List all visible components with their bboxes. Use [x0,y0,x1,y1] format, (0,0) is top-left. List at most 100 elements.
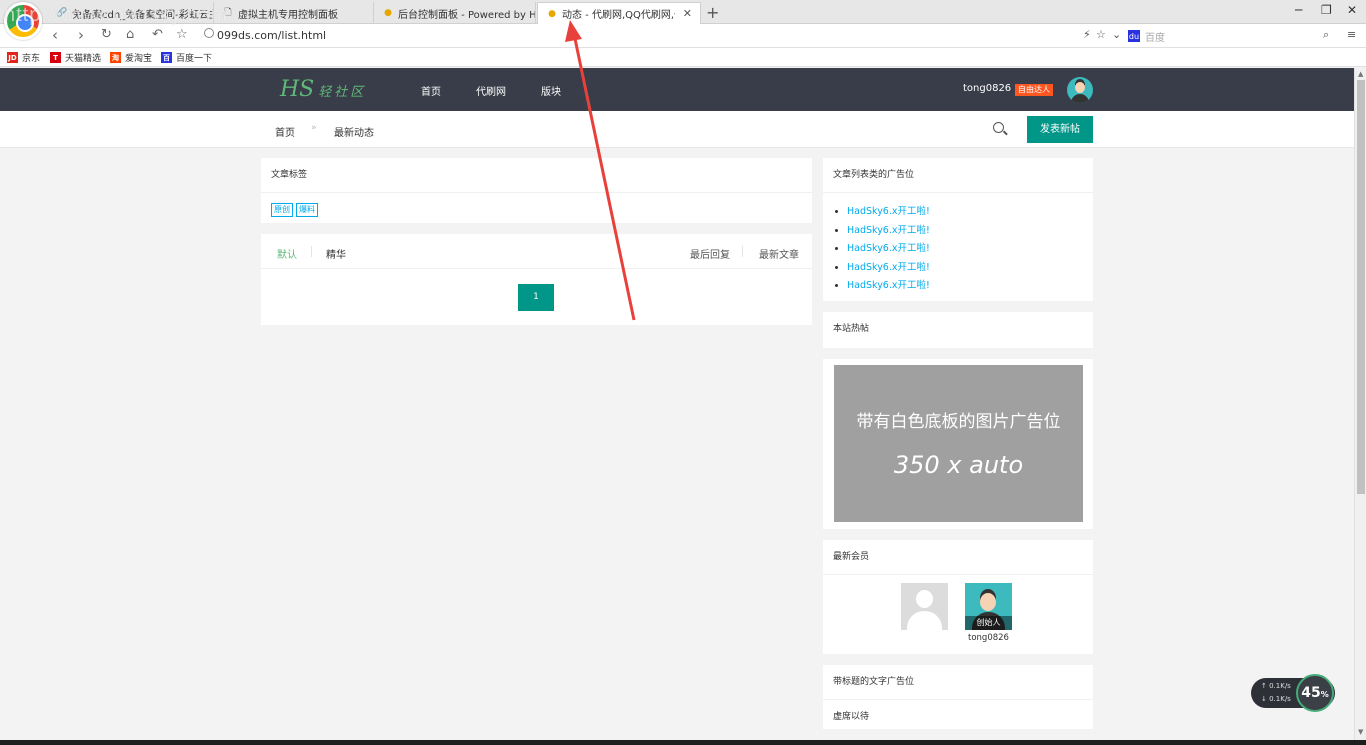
baidu-icon: 百 [161,52,172,63]
tag-scoop[interactable]: 爆料 [296,203,318,217]
flash-icon[interactable]: ⚡ [1083,28,1091,41]
hot-posts-panel: 本站热帖 [823,312,1093,348]
nav-boards[interactable]: 版块 [541,83,561,98]
default-avatar[interactable] [901,583,948,630]
home-icon[interactable]: ⌂ [126,27,134,42]
founder-badge: 创始人 [965,616,1012,630]
browser-tab[interactable]: ● 后台控制面板 - Powered by HadSk [374,2,536,24]
text-ad-body[interactable]: 虚席以待 [823,700,1093,731]
tab-featured[interactable]: 精华 [326,246,346,261]
site-favicon-icon: ● [384,8,392,18]
nav-daishua[interactable]: 代刷网 [476,83,506,98]
nav-home[interactable]: 首页 [421,83,441,98]
search-icon[interactable]: ⌕ [1323,28,1329,42]
taobao-icon: 淘 [110,52,121,63]
tab-label: 虚拟主机专用控制面板 [238,9,338,21]
bookmark-label: 爱淘宝 [125,54,153,64]
jd-icon: JD [7,52,18,63]
upload-speed: ↑ 0.1K/s [1261,682,1291,690]
avatar[interactable]: 创始人 [965,583,1012,630]
tab-default[interactable]: 默认 [277,246,297,261]
list-item[interactable]: HadSky6.x开工啦! [847,277,1093,296]
bookmark-label: 百度一下 [176,54,213,64]
search-icon[interactable] [993,122,1004,133]
sort-last-reply[interactable]: 最后回复 [690,246,730,261]
browser-tab[interactable]: 🗋 虚拟主机专用控制面板 [214,2,374,24]
undo-icon[interactable]: ↶ [152,27,163,42]
search-engine-box[interactable]: du 百度 [1128,27,1338,45]
username[interactable]: tong0826 [963,83,1011,94]
tab-divider [311,246,312,257]
avatar[interactable] [1067,77,1093,103]
scroll-down-icon[interactable]: ▼ [1358,728,1363,736]
breadcrumb-separator: » [311,123,317,133]
bookmark-item[interactable]: 淘 爱淘宝 [110,51,152,64]
site-favicon-icon: ● [548,8,556,19]
member-name[interactable]: tong0826 [965,633,1012,643]
back-icon[interactable]: ‹ [52,26,58,44]
address-bar: ‹ › ↻ ⌂ ↶ ☆ 099ds.com/list.html ⚡ ☆ ⌄ du… [0,24,1366,48]
chevron-down-icon[interactable]: ⌄ [1112,28,1121,41]
member-card[interactable]: 创始人 tong0826 [965,583,1012,643]
memory-percent: 45% [1296,674,1334,712]
panel-title: 本站热帖 [833,324,870,334]
tags-panel: 文章标签 原创 爆料 [261,158,812,223]
panel-title: 最新会员 [823,540,1093,575]
list-item[interactable]: HadSky6.x开工啦! [847,259,1093,278]
text-ad-panel: 带标题的文字广告位 虚席以待 [823,665,1093,729]
bookmark-item[interactable]: T 天猫精选 [50,51,101,64]
member-card[interactable] [901,583,948,633]
close-window-icon[interactable]: ✕ [1347,3,1357,17]
favorite-icon[interactable]: ☆ [1096,28,1106,41]
bookmarks-bar: JD 京东 T 天猫精选 淘 爱淘宝 百 百度一下 [0,48,1366,67]
new-tab-button[interactable]: + [706,3,719,22]
new-post-button[interactable]: 发表新帖 [1027,116,1093,143]
scroll-up-icon[interactable]: ▲ [1358,70,1363,78]
download-speed: ↓ 0.1K/s [1261,695,1291,703]
article-list-panel: 默认 精华 最后回复 最新文章 1 [261,234,812,325]
panel-title: 文章列表类的广告位 [823,158,1093,193]
user-level-badge: 自由达人 [1015,84,1053,96]
image-ad-size: 350 x auto [893,451,1024,479]
browser-tab-bar: http://www.hadsky.com 🔗 免备案cdn_免备案空间-彩虹云… [0,0,1366,40]
restore-icon[interactable]: ❐ [1321,3,1332,17]
forward-icon[interactable]: › [78,26,84,44]
tab-label: 后台控制面板 - Powered by HadSk [398,9,536,21]
reload-icon[interactable]: ↻ [101,27,112,42]
network-speed-widget[interactable]: ↑ 0.1K/s ↓ 0.1K/s 45% [1251,674,1335,712]
panel-title: 文章标签 [261,158,812,193]
scrollbar-thumb[interactable] [1357,80,1365,494]
breadcrumb-current: 最新动态 [334,128,374,139]
download-value: 0.1K/s [1269,695,1291,703]
sort-newest[interactable]: 最新文章 [759,246,799,261]
list-item[interactable]: HadSky6.x开工啦! [847,222,1093,241]
sort-divider [742,246,743,257]
image-ad[interactable]: 带有白色底板的图片广告位 350 x auto [834,365,1083,522]
site-logo[interactable]: HS 轻社区 [280,77,366,102]
bookmark-item[interactable]: 百 百度一下 [161,51,212,64]
watermark: http://www.hadsky.com [4,4,229,26]
tag-original[interactable]: 原创 [271,203,293,217]
page-info-icon[interactable] [204,28,214,38]
list-item[interactable]: HadSky6.x开工啦! [847,240,1093,259]
url-field[interactable]: 099ds.com/list.html [217,29,326,42]
bookmark-item[interactable]: JD 京东 [7,51,40,64]
bookmark-star-icon[interactable]: ☆ [176,27,188,42]
bookmark-label: 京东 [22,54,41,64]
ad-links-panel: 文章列表类的广告位 HadSky6.x开工啦! HadSky6.x开工啦! Ha… [823,158,1093,301]
ad-link-list: HadSky6.x开工啦! HadSky6.x开工啦! HadSky6.x开工啦… [823,193,1093,296]
menu-icon[interactable]: ≡ [1347,28,1356,41]
panel-title: 带标题的文字广告位 [823,665,1093,700]
close-icon[interactable]: ✕ [683,7,692,20]
image-ad-panel: 带有白色底板的图片广告位 350 x auto [823,359,1093,529]
tmall-icon: T [50,52,61,63]
breadcrumb-home[interactable]: 首页 [275,124,295,139]
list-item[interactable]: HadSky6.x开工啦! [847,203,1093,222]
logo-sub: 轻社区 [318,85,367,100]
vertical-scrollbar[interactable]: ▲ ▼ [1354,68,1366,740]
minimize-icon[interactable]: ─ [1295,3,1302,17]
browser-tab-active[interactable]: ● 动态 - 代刷网,QQ代刷网,代刷网 ✕ [537,2,701,24]
page-number-button[interactable]: 1 [518,284,554,311]
baidu-logo-icon: du [1128,30,1140,42]
image-ad-caption: 带有白色底板的图片广告位 [856,412,1061,432]
